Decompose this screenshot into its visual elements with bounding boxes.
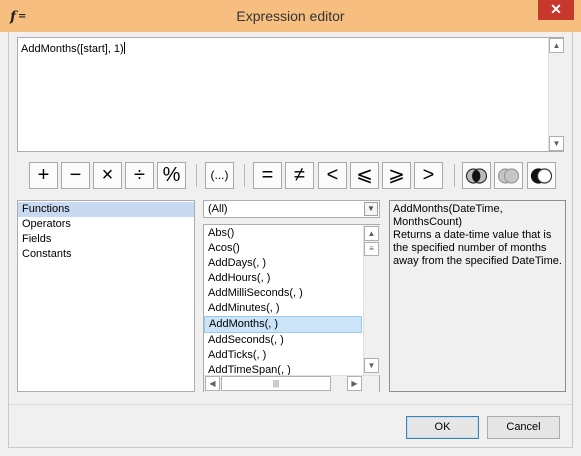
modulo-button[interactable]: %	[157, 162, 186, 189]
scroll-down-icon[interactable]: ▼	[364, 358, 379, 373]
expression-input[interactable]: AddMonths([start], 1) ▲ ▼	[17, 37, 564, 152]
parentheses-button[interactable]: (...)	[205, 162, 234, 189]
or-operator-button[interactable]	[494, 162, 523, 189]
expression-text: AddMonths([start], 1	[21, 43, 121, 55]
category-operators[interactable]: Operators	[18, 217, 194, 232]
not-icon	[528, 163, 555, 185]
function-description: Returns a date-time value that is the sp…	[393, 229, 562, 267]
function-item[interactable]: AddMinutes(, )	[204, 301, 362, 316]
scroll-thumb[interactable]: |||	[221, 376, 331, 391]
scroll-right-icon[interactable]: ▶	[347, 376, 362, 391]
less-or-equal-button[interactable]: ⩽	[350, 162, 379, 189]
separator	[244, 164, 245, 187]
divide-button[interactable]: ÷	[125, 162, 154, 189]
separator	[196, 164, 197, 187]
equal-button[interactable]: =	[253, 162, 282, 189]
greater-or-equal-button[interactable]: ⩾	[382, 162, 411, 189]
separator	[454, 164, 455, 187]
function-item-selected[interactable]: AddMonths(, )	[204, 316, 362, 333]
function-item[interactable]: AddHours(, )	[204, 271, 362, 286]
function-item[interactable]: Abs()	[204, 226, 362, 241]
description-panel: AddMonths(DateTime, MonthsCount) Returns…	[389, 200, 566, 392]
filter-dropdown[interactable]: (All) ▼	[203, 200, 380, 218]
chevron-down-icon[interactable]: ▼	[364, 202, 378, 216]
plus-button[interactable]: +	[29, 162, 58, 189]
multiply-button[interactable]: ×	[93, 162, 122, 189]
scroll-up-icon[interactable]: ▲	[549, 38, 564, 53]
title-bar: f = Expression editor ✕	[0, 0, 581, 32]
scroll-down-icon[interactable]: ▼	[549, 136, 564, 151]
intersect-icon	[463, 163, 490, 185]
function-list-vscrollbar[interactable]: ▲ ≡ ▼	[363, 225, 380, 375]
cancel-button[interactable]: Cancel	[487, 416, 560, 439]
scroll-up-icon[interactable]: ▲	[364, 226, 379, 241]
function-item[interactable]: AddMilliSeconds(, )	[204, 286, 362, 301]
close-button[interactable]: ✕	[538, 0, 574, 20]
not-equal-button[interactable]: ≠	[285, 162, 314, 189]
function-item[interactable]: AddTicks(, )	[204, 348, 362, 363]
ok-button[interactable]: OK	[406, 416, 479, 439]
function-list-hscrollbar[interactable]: ◀ ||| ▶	[204, 375, 379, 392]
scroll-thumb[interactable]: ≡	[364, 242, 379, 256]
not-operator-button[interactable]	[527, 162, 556, 189]
divider	[9, 404, 572, 405]
editor-scrollbar[interactable]: ▲ ▼	[548, 38, 564, 151]
function-signature: AddMonths(DateTime, MonthsCount)	[393, 203, 503, 228]
greater-than-button[interactable]: >	[414, 162, 443, 189]
scroll-left-icon[interactable]: ◀	[205, 376, 220, 391]
function-list[interactable]: Abs() Acos() AddDays(, ) AddHours(, ) Ad…	[203, 224, 380, 392]
window-title: Expression editor	[236, 8, 345, 24]
category-fields[interactable]: Fields	[18, 232, 194, 247]
filter-value: (All)	[208, 203, 228, 215]
less-than-button[interactable]: <	[318, 162, 347, 189]
function-item[interactable]: AddDays(, )	[204, 256, 362, 271]
text-caret	[123, 42, 125, 54]
function-item[interactable]: Acos()	[204, 241, 362, 256]
function-item[interactable]: AddSeconds(, )	[204, 333, 362, 348]
union-icon	[495, 163, 522, 185]
minus-button[interactable]: −	[61, 162, 90, 189]
category-list[interactable]: Functions Operators Fields Constants	[17, 200, 195, 392]
category-constants[interactable]: Constants	[18, 247, 194, 262]
category-functions[interactable]: Functions	[18, 202, 194, 217]
and-operator-button[interactable]	[462, 162, 491, 189]
